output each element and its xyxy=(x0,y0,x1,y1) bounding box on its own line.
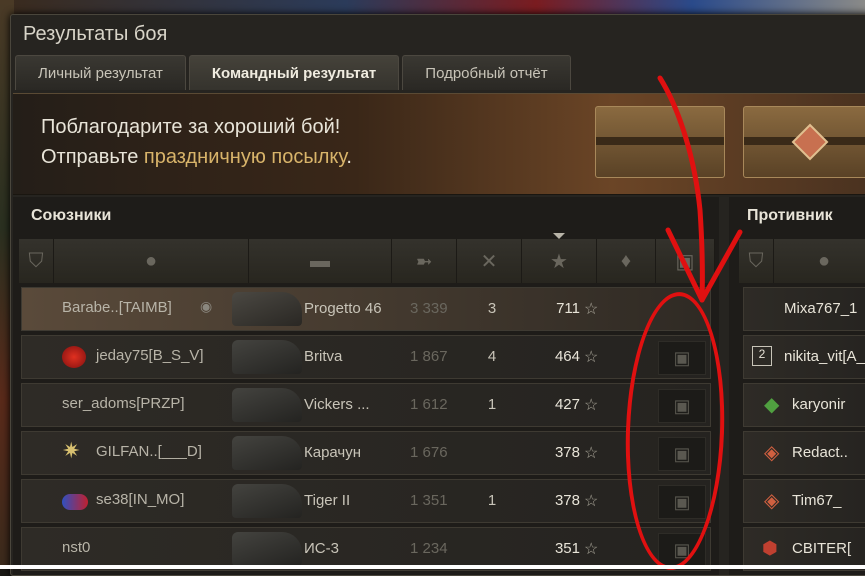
annotation-arrow xyxy=(657,75,743,303)
bottom-edge xyxy=(0,565,865,569)
